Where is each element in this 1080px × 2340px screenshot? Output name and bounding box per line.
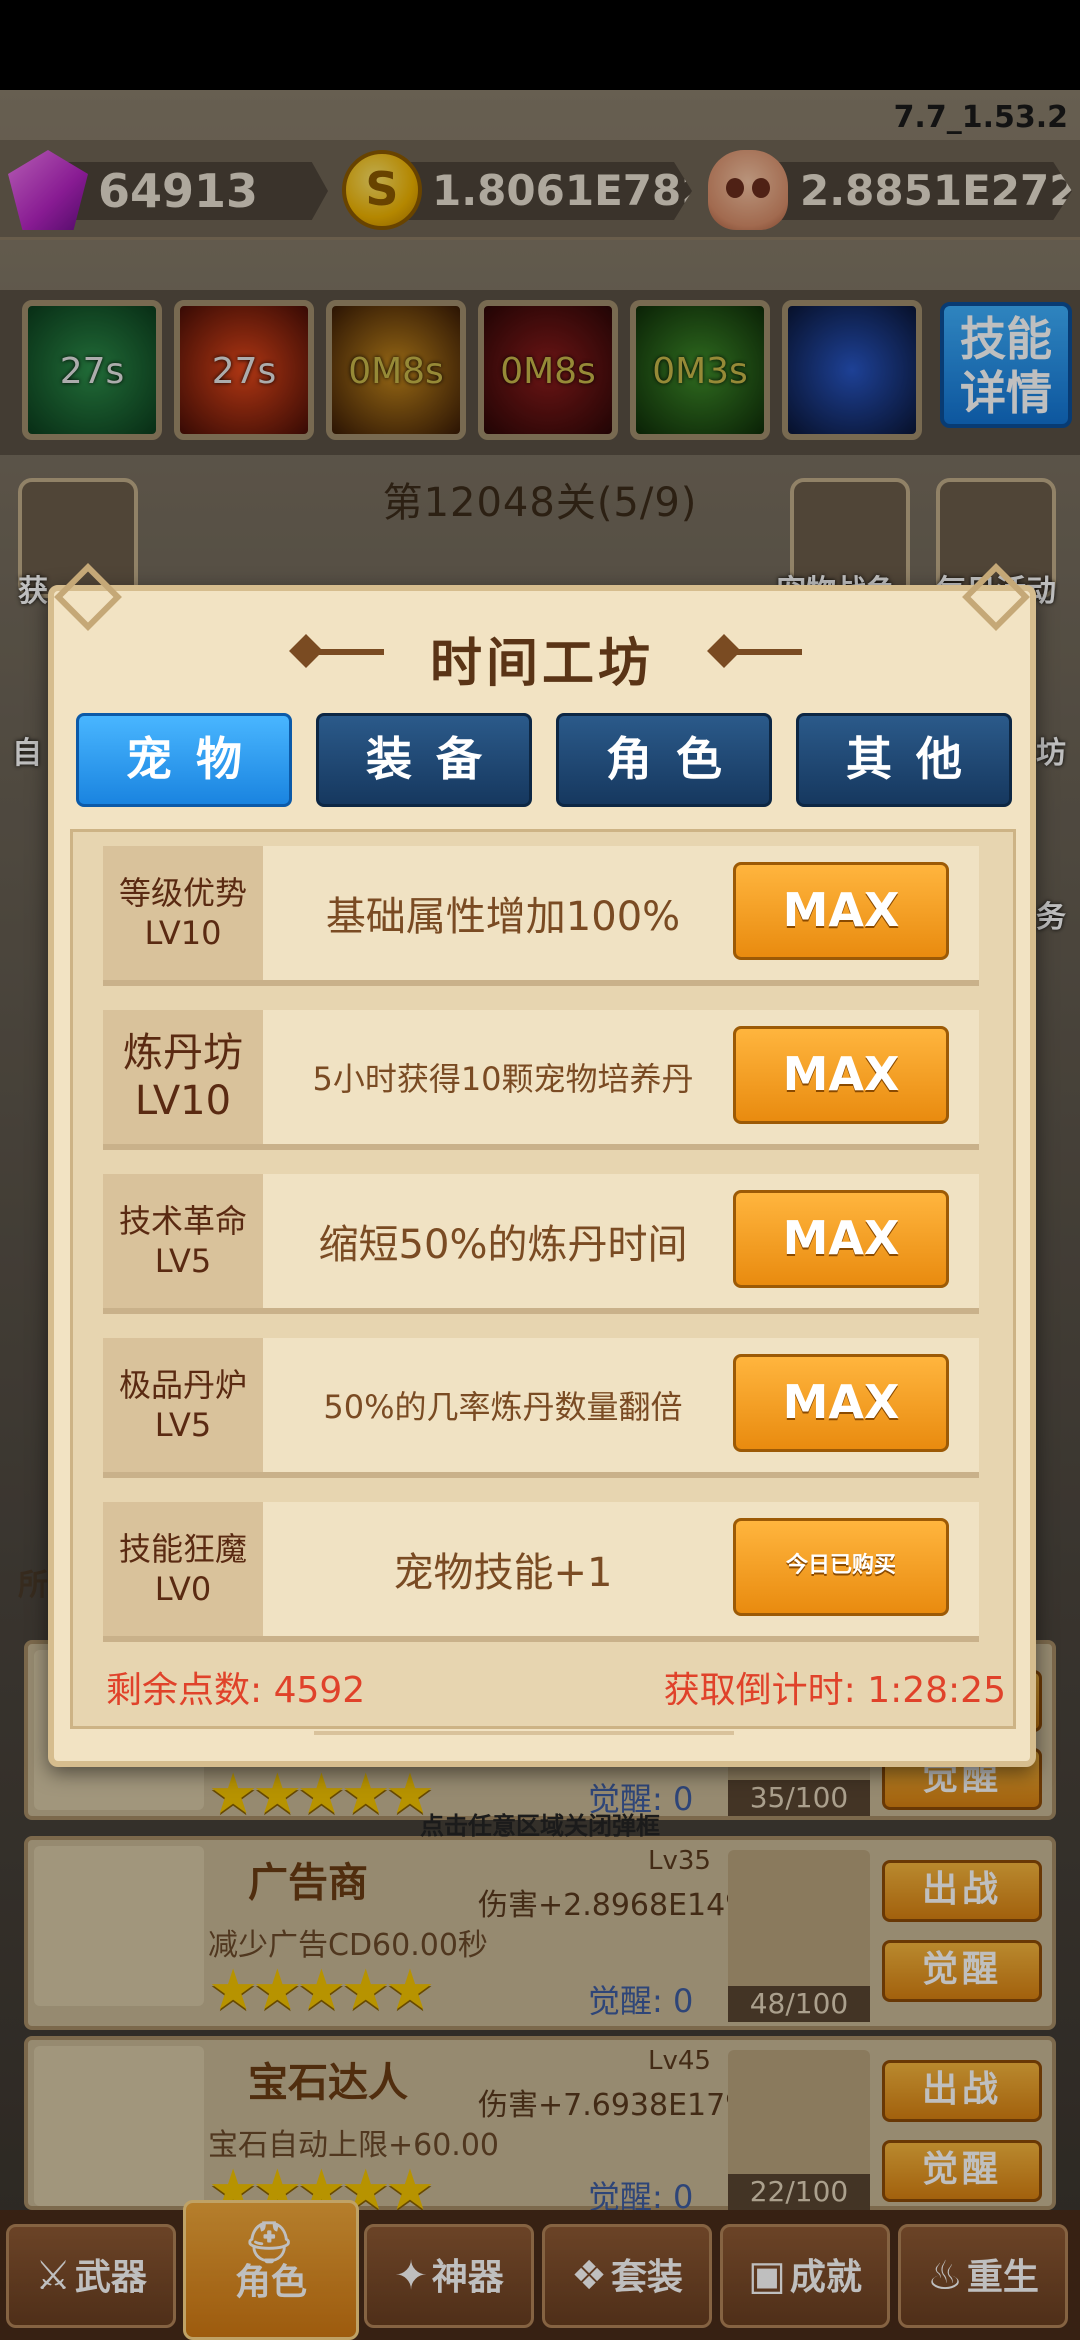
tab-equipment[interactable]: 装备 (316, 713, 532, 807)
tab-character[interactable]: 角色 (556, 713, 772, 807)
upgrade-level: LV10 (134, 1078, 232, 1124)
purchased-today-button[interactable]: 今日已购买 (733, 1518, 949, 1616)
max-button[interactable]: MAX (733, 1354, 949, 1452)
upgrade-description: 5小时获得10颗宠物培养丹 (312, 1060, 694, 1098)
upgrade-row: 极品丹炉 LV5 50%的几率炼丹数量翻倍 MAX (103, 1338, 979, 1478)
max-button[interactable]: MAX (733, 1026, 949, 1124)
acquire-countdown: 获取倒计时: 1:28:25 (663, 1670, 1006, 1711)
max-button[interactable]: MAX (733, 1190, 949, 1288)
upgrade-level: LV5 (154, 1242, 212, 1280)
category-tabs: 宠物 装备 角色 其他 (76, 713, 1016, 809)
upgrade-name: 技能狂魔 (118, 1530, 247, 1568)
upgrade-description: 宠物技能+1 (393, 1550, 613, 1596)
close-hint: 点击任意区域关闭弹框 (420, 1812, 660, 1840)
time-workshop-dialog: 时间工坊 宠物 装备 角色 其他 等级优势 LV10 基础属性增加100% MAX… (48, 563, 1036, 1767)
upgrade-row: 炼丹坊 LV10 5小时获得10颗宠物培养丹 MAX (103, 1010, 979, 1150)
upgrade-description: 缩短50%的炼丹时间 (318, 1222, 688, 1268)
max-button[interactable]: MAX (733, 862, 949, 960)
upgrade-level: LV0 (154, 1570, 212, 1608)
footer-ornament (314, 1731, 734, 1735)
upgrade-name: 技术革命 (118, 1202, 247, 1240)
upgrade-level: LV10 (144, 914, 222, 952)
upgrade-name-cell: 等级优势 LV10 (103, 846, 263, 980)
tab-other[interactable]: 其他 (796, 713, 1012, 807)
tab-pet[interactable]: 宠物 (76, 713, 292, 807)
upgrade-description: 基础属性增加100% (325, 894, 681, 940)
upgrade-name-cell: 炼丹坊 LV10 (103, 1010, 263, 1144)
upgrade-name-cell: 技能狂魔 LV0 (103, 1502, 263, 1636)
upgrade-name: 极品丹炉 (118, 1366, 247, 1404)
upgrade-name-cell: 技术革命 LV5 (103, 1174, 263, 1308)
upgrade-name: 等级优势 (118, 874, 247, 912)
upgrade-row: 等级优势 LV10 基础属性增加100% MAX (103, 846, 979, 986)
upgrade-description: 50%的几率炼丹数量翻倍 (323, 1388, 683, 1426)
upgrade-row: 技术革命 LV5 缩短50%的炼丹时间 MAX (103, 1174, 979, 1314)
upgrade-name-cell: 极品丹炉 LV5 (103, 1338, 263, 1472)
remaining-points: 剩余点数: 4592 (106, 1670, 366, 1711)
upgrade-list: 等级优势 LV10 基础属性增加100% MAX 炼丹坊 LV10 5小时获得10颗… (70, 829, 1016, 1729)
upgrade-level: LV5 (154, 1406, 212, 1444)
dialog-title: 时间工坊 (429, 634, 654, 694)
upgrade-row: 技能狂魔 LV0 宠物技能+1 今日已购买 (103, 1502, 979, 1642)
upgrade-name: 炼丹坊 (123, 1030, 243, 1076)
status-bar (0, 0, 1080, 90)
